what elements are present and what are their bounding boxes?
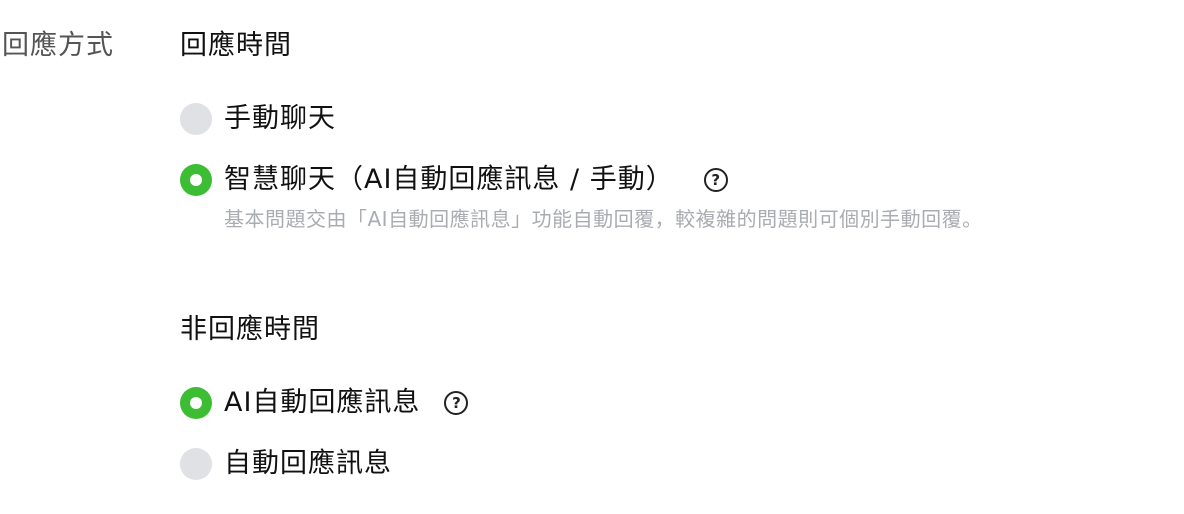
radio-smart-chat[interactable]: 智慧聊天（AI自動回應訊息 / 手動） ? — [180, 163, 728, 197]
radio-auto-reply[interactable]: 自動回應訊息 — [180, 447, 392, 481]
radio-button-unselected-icon[interactable] — [180, 103, 212, 135]
radio-label-auto-reply: 自動回應訊息 — [224, 448, 392, 479]
radio-button-selected-icon[interactable] — [180, 164, 212, 196]
help-icon[interactable]: ? — [703, 168, 728, 192]
radio-label-manual-chat: 手動聊天 — [224, 103, 336, 134]
response-method-label: 回應方式 — [2, 30, 114, 61]
radio-button-selected-icon[interactable] — [180, 387, 212, 419]
radio-label-ai-auto-reply: AI自動回應訊息 — [224, 387, 421, 418]
smart-chat-hint: 基本問題交由「AI自動回應訊息」功能自動回覆，較複雜的問題則可個別手動回覆。 — [224, 207, 983, 231]
radio-ai-auto-reply[interactable]: AI自動回應訊息 ? — [180, 386, 469, 420]
help-icon[interactable]: ? — [444, 391, 469, 415]
business-hours-title: 回應時間 — [180, 30, 292, 61]
radio-manual-chat[interactable]: 手動聊天 — [180, 102, 336, 136]
radio-label-smart-chat: 智慧聊天（AI自動回應訊息 / 手動） — [224, 164, 674, 195]
off-hours-title: 非回應時間 — [180, 314, 320, 345]
radio-button-unselected-icon[interactable] — [180, 448, 212, 480]
